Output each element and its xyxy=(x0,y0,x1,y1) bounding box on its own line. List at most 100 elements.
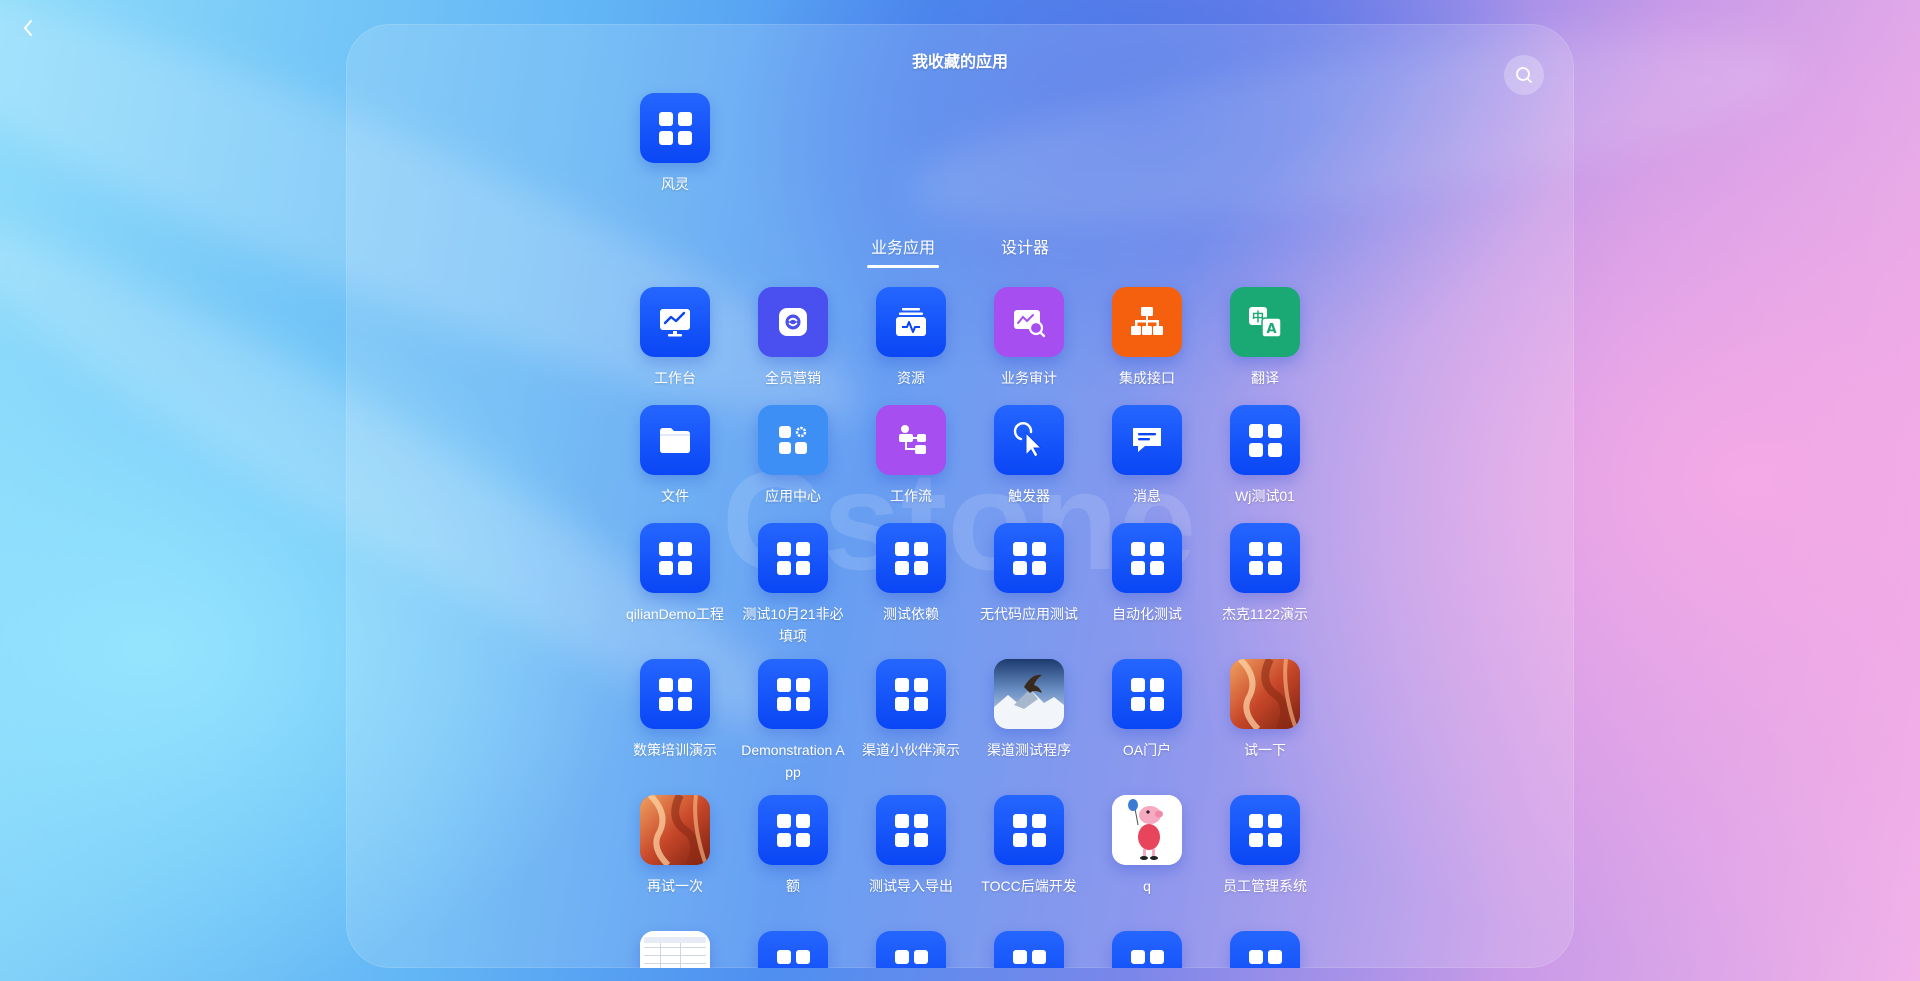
grid-icon xyxy=(758,931,828,968)
app-tile[interactable]: 应用中心 xyxy=(738,405,848,507)
app-tile[interactable]: 测试10月21非必填项 xyxy=(738,523,848,647)
app-tile[interactable]: Demonstration App xyxy=(738,659,848,783)
app-tile[interactable]: q xyxy=(1092,795,1202,897)
app-label: 集成接口 xyxy=(1119,370,1175,386)
app-tile[interactable]: 测试导入导出 xyxy=(856,795,966,897)
svg-text:A: A xyxy=(1266,322,1276,337)
app-tile[interactable] xyxy=(620,931,730,968)
grid-icon xyxy=(876,659,946,729)
app-grid: 工作台 全员营销 资源 业务审计 集成接口 中 A 翻译文件 应用中心 工作流 触发器 消息 Wj测试0… xyxy=(346,24,1574,968)
app-center-icon xyxy=(758,405,828,475)
app-tile[interactable]: 测试依赖 xyxy=(856,523,966,625)
app-tile[interactable]: 全员营销 xyxy=(738,287,848,389)
app-label: Wj测试01 xyxy=(1235,488,1295,504)
app-label: 渠道测试程序 xyxy=(987,742,1071,758)
app-label: OA门户 xyxy=(1122,742,1172,758)
grid-icon xyxy=(640,523,710,593)
grid-icon xyxy=(1112,659,1182,729)
app-tile[interactable] xyxy=(1210,931,1320,968)
app-label: 触发器 xyxy=(1008,488,1050,504)
app-tile[interactable]: qilianDemo工程 xyxy=(620,523,730,625)
app-label: 业务审计 xyxy=(1001,370,1057,386)
grid-icon xyxy=(1230,931,1300,968)
app-tile[interactable]: 再试一次 xyxy=(620,795,730,897)
app-tile[interactable]: TOCC后端开发 xyxy=(974,795,1084,897)
app-tile[interactable] xyxy=(974,931,1084,968)
grid-icon xyxy=(994,523,1064,593)
canyon-photo-icon xyxy=(640,795,710,865)
message-icon xyxy=(1112,405,1182,475)
eagle-photo-icon xyxy=(994,659,1064,729)
workflow-icon xyxy=(876,405,946,475)
translate-icon: 中A xyxy=(1230,287,1300,357)
app-tile[interactable]: 渠道小伙伴演示 xyxy=(856,659,966,761)
grid-icon xyxy=(876,795,946,865)
app-label: 翻译 xyxy=(1251,370,1279,386)
peppa-pig-icon xyxy=(1112,795,1182,865)
resource-icon xyxy=(876,287,946,357)
back-button[interactable] xyxy=(14,14,42,42)
app-label: 工作流 xyxy=(890,488,932,504)
app-tile[interactable]: 消息 xyxy=(1092,405,1202,507)
app-label: 测试10月21非必填项 xyxy=(742,606,844,644)
audit-icon xyxy=(994,287,1064,357)
app-label: qilianDemo工程 xyxy=(625,606,725,622)
grid-icon xyxy=(1230,405,1300,475)
grid-icon xyxy=(994,931,1064,968)
app-label: 额 xyxy=(786,878,800,894)
app-tile[interactable]: 员工管理系统 xyxy=(1210,795,1320,897)
grid-icon xyxy=(1230,795,1300,865)
app-label: 测试依赖 xyxy=(883,606,939,622)
app-label: 自动化测试 xyxy=(1112,606,1182,622)
app-tile[interactable]: 资源 xyxy=(856,287,966,389)
grid-icon xyxy=(876,931,946,968)
app-tile[interactable]: 杰克1122演示 xyxy=(1210,523,1320,625)
canyon-photo-icon xyxy=(1230,659,1300,729)
app-label: 资源 xyxy=(897,370,925,386)
grid-icon xyxy=(640,659,710,729)
app-tile[interactable]: 触发器 xyxy=(974,405,1084,507)
grid-icon xyxy=(758,795,828,865)
app-tile[interactable]: 自动化测试 xyxy=(1092,523,1202,625)
app-tile[interactable] xyxy=(1092,931,1202,968)
app-label: 应用中心 xyxy=(765,488,821,504)
trigger-cursor-icon xyxy=(994,405,1064,475)
grid-icon xyxy=(994,795,1064,865)
monitor-chart-icon xyxy=(640,287,710,357)
app-tile[interactable]: 数策培训演示 xyxy=(620,659,730,761)
folder-icon xyxy=(640,405,710,475)
app-tile[interactable]: 文件 xyxy=(620,405,730,507)
app-tile[interactable]: 无代码应用测试 xyxy=(974,523,1084,625)
app-tile[interactable]: 工作台 xyxy=(620,287,730,389)
app-tile[interactable]: 集成接口 xyxy=(1092,287,1202,389)
app-label: 数策培训演示 xyxy=(633,742,717,758)
grid-icon xyxy=(1112,931,1182,968)
grid-icon xyxy=(876,523,946,593)
integration-icon xyxy=(1112,287,1182,357)
app-label: 再试一次 xyxy=(647,878,703,894)
app-tile[interactable]: 业务审计 xyxy=(974,287,1084,389)
app-label: 工作台 xyxy=(654,370,696,386)
app-label: 消息 xyxy=(1133,488,1161,504)
app-label: TOCC后端开发 xyxy=(981,878,1077,894)
app-tile[interactable]: 额 xyxy=(738,795,848,897)
chevron-left-icon xyxy=(24,20,32,36)
app-label: 文件 xyxy=(661,488,689,504)
app-label: 测试导入导出 xyxy=(869,878,953,894)
app-label: 全员营销 xyxy=(765,370,821,386)
app-label: 渠道小伙伴演示 xyxy=(862,742,960,758)
app-tile[interactable]: 试一下 xyxy=(1210,659,1320,761)
app-label: 员工管理系统 xyxy=(1223,878,1307,894)
app-tile[interactable] xyxy=(738,931,848,968)
app-tile[interactable]: 工作流 xyxy=(856,405,966,507)
app-label: 杰克1122演示 xyxy=(1221,606,1309,622)
grid-icon xyxy=(758,659,828,729)
app-tile[interactable] xyxy=(856,931,966,968)
app-tile[interactable]: 中 A 翻译 xyxy=(1210,287,1320,389)
grid-icon xyxy=(758,523,828,593)
app-tile[interactable]: 渠道测试程序 xyxy=(974,659,1084,761)
grid-icon xyxy=(1112,523,1182,593)
app-tile[interactable]: OA门户 xyxy=(1092,659,1202,761)
app-tile[interactable]: Wj测试01 xyxy=(1210,405,1320,507)
marketing-icon xyxy=(758,287,828,357)
